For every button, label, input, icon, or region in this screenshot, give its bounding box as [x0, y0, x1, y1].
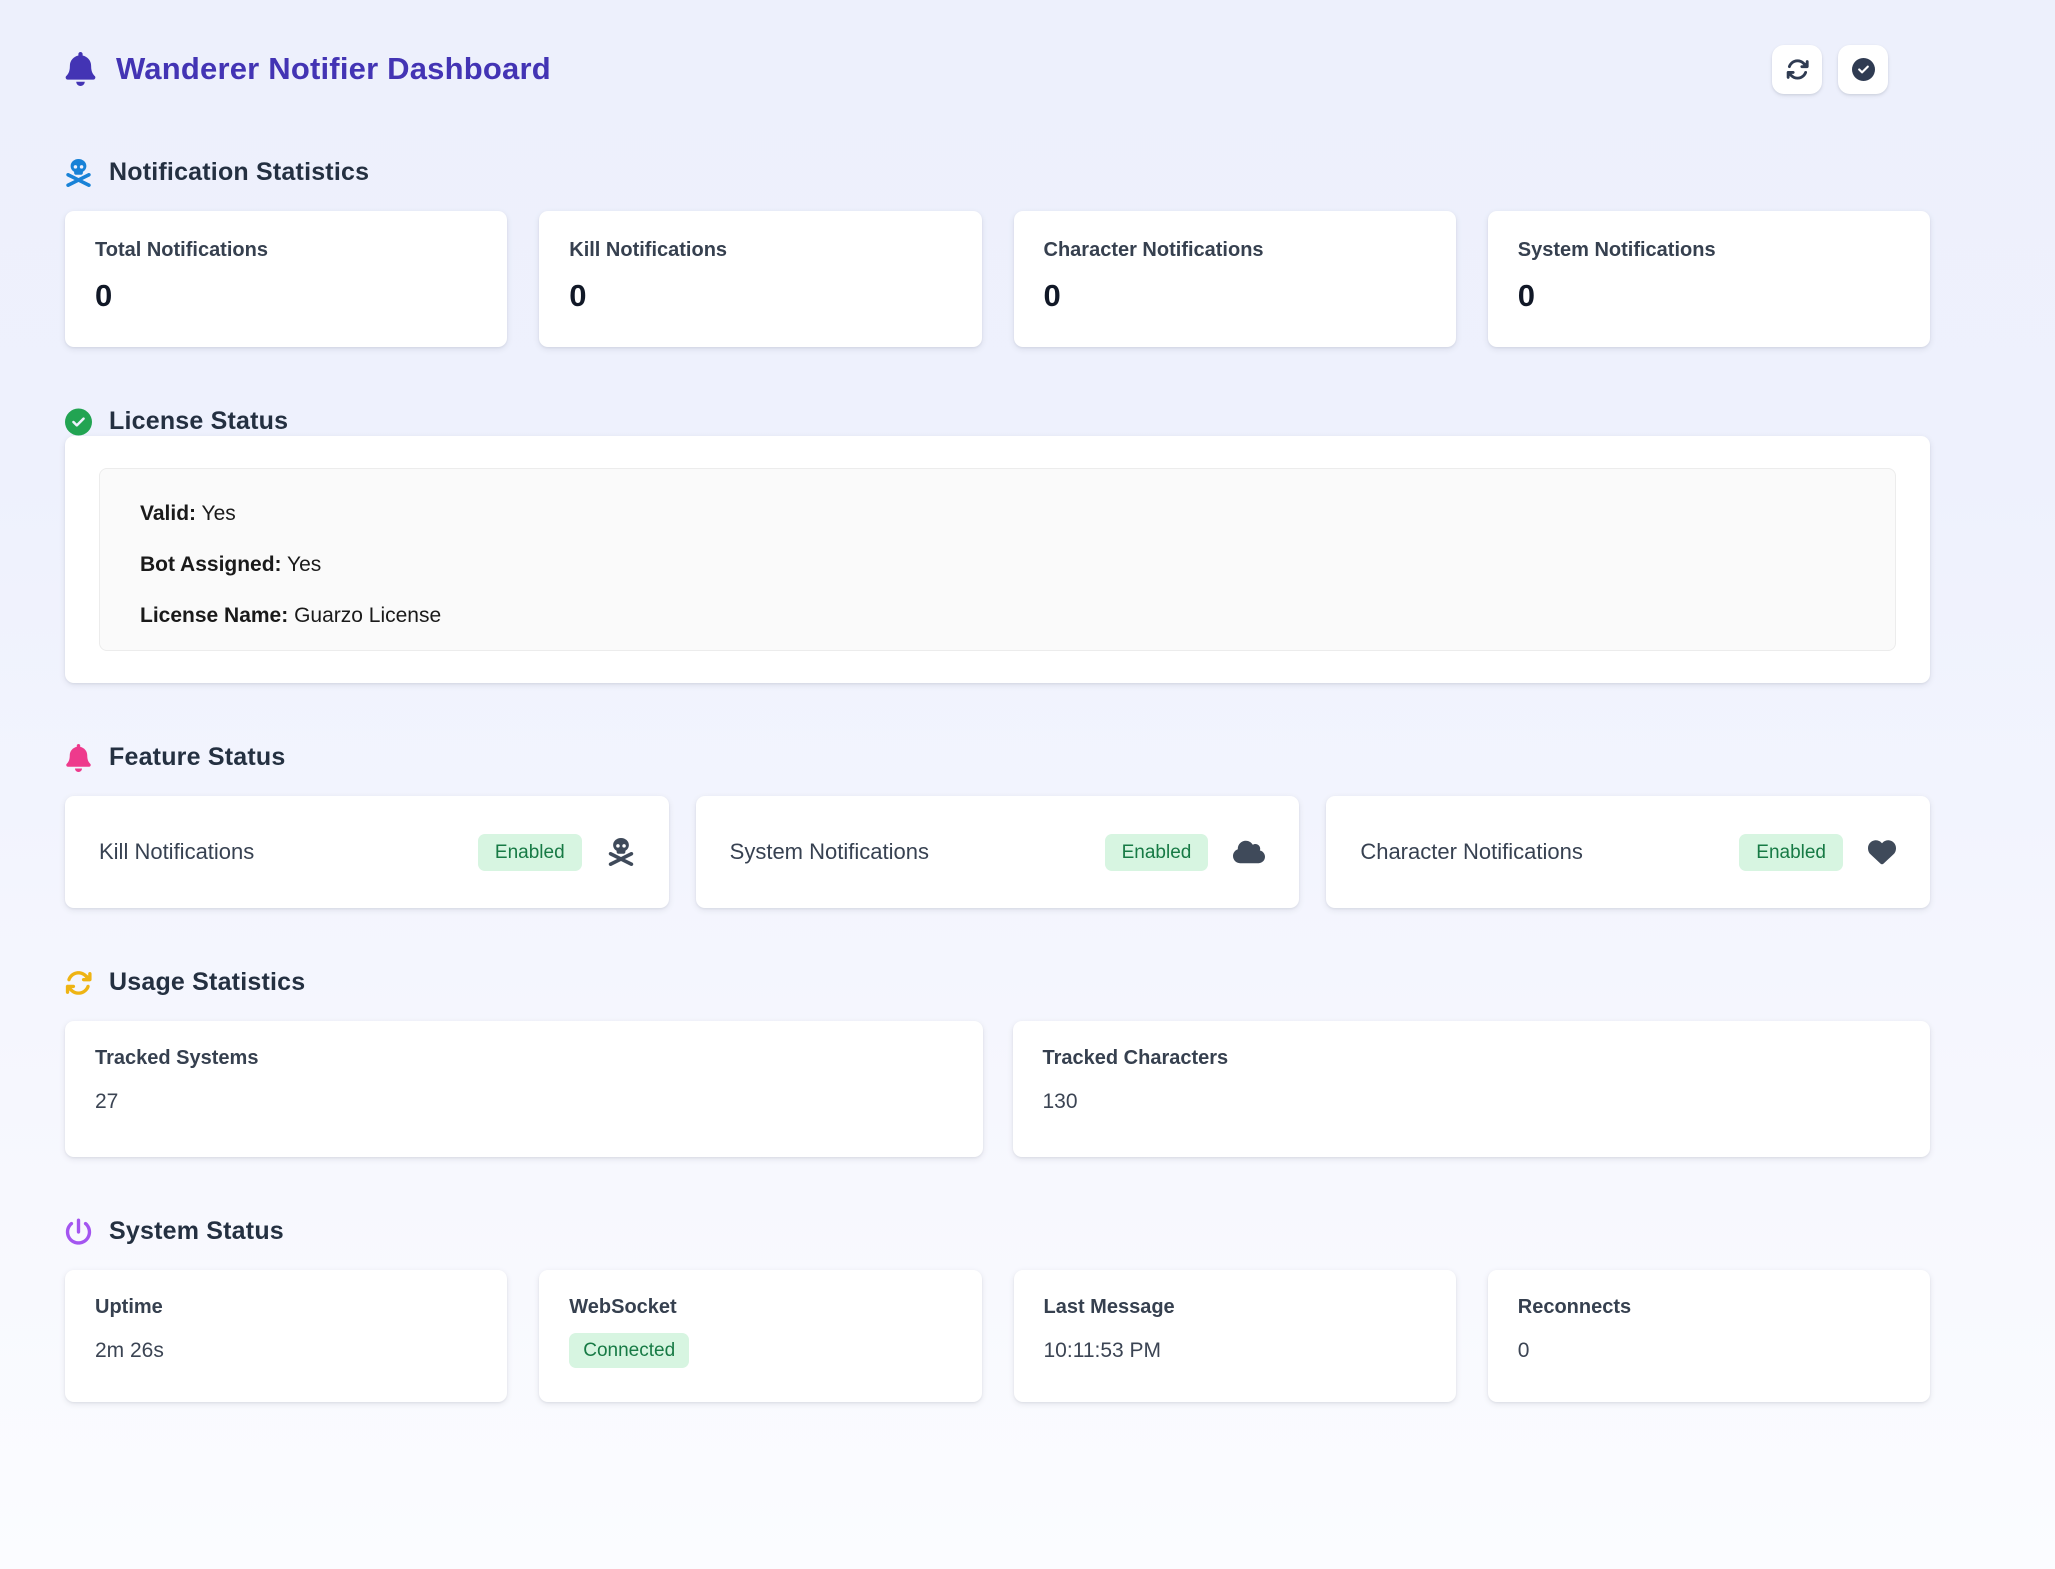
feature-card-system-notifications: System Notifications Enabled — [696, 796, 1300, 908]
stat-value: 0 — [1044, 278, 1426, 314]
cloud-icon — [1233, 838, 1265, 866]
feature-status-group: Enabled — [1105, 834, 1266, 871]
stat-label: Total Notifications — [95, 239, 477, 262]
feature-label: Kill Notifications — [99, 839, 254, 865]
section-feature-status-header: Feature Status — [65, 743, 1930, 772]
system-value: 2m 26s — [95, 1339, 477, 1363]
feature-label: Character Notifications — [1360, 839, 1583, 865]
status-check-button[interactable] — [1838, 45, 1888, 94]
license-field-value: Yes — [287, 553, 321, 576]
stat-value: 0 — [569, 278, 951, 314]
usage-label: Tracked Systems — [95, 1047, 953, 1070]
heart-icon — [1868, 838, 1896, 866]
page-title: Wanderer Notifier Dashboard — [116, 51, 551, 87]
system-label: Last Message — [1044, 1296, 1426, 1319]
section-notification-statistics-header: Notification Statistics — [65, 158, 1930, 187]
feature-card-kill-notifications: Kill Notifications Enabled — [65, 796, 669, 908]
feature-status-group: Enabled — [1739, 834, 1896, 871]
usage-card-tracked-systems: Tracked Systems 27 — [65, 1021, 983, 1157]
license-name-line: License Name: Guarzo License — [140, 604, 1855, 628]
system-value: 0 — [1518, 1339, 1900, 1363]
license-field-value: Yes — [202, 502, 236, 525]
system-value: 10:11:53 PM — [1044, 1339, 1426, 1363]
license-field-label: Bot Assigned: — [140, 553, 282, 576]
feature-status-grid: Kill Notifications Enabled System Notifi… — [65, 796, 1930, 908]
check-circle-icon — [1852, 58, 1875, 81]
sync-icon — [65, 969, 92, 997]
stat-label: Kill Notifications — [569, 239, 951, 262]
license-field-label: Valid: — [140, 502, 196, 525]
skull-crossbones-icon — [65, 159, 92, 187]
bell-icon — [65, 744, 92, 772]
section-usage-statistics-header: Usage Statistics — [65, 968, 1930, 997]
header-title-group: Wanderer Notifier Dashboard — [65, 51, 551, 87]
refresh-icon — [1786, 58, 1809, 81]
header: Wanderer Notifier Dashboard — [65, 40, 1930, 98]
bell-icon — [65, 52, 96, 86]
license-details: Valid: Yes Bot Assigned: Yes License Nam… — [99, 468, 1896, 651]
system-card-reconnects: Reconnects 0 — [1488, 1270, 1930, 1402]
stat-card-total-notifications: Total Notifications 0 — [65, 211, 507, 347]
stat-card-character-notifications: Character Notifications 0 — [1014, 211, 1456, 347]
feature-label: System Notifications — [730, 839, 929, 865]
section-title: Feature Status — [109, 743, 285, 772]
system-label: WebSocket — [569, 1296, 951, 1319]
system-card-websocket: WebSocket Connected — [539, 1270, 981, 1402]
system-card-last-message: Last Message 10:11:53 PM — [1014, 1270, 1456, 1402]
notification-stats-grid: Total Notifications 0 Kill Notifications… — [65, 211, 1930, 347]
system-status-grid: Uptime 2m 26s WebSocket Connected Last M… — [65, 1270, 1930, 1402]
stat-value: 0 — [95, 278, 477, 314]
stat-card-system-notifications: System Notifications 0 — [1488, 211, 1930, 347]
enabled-badge: Enabled — [1105, 834, 1209, 871]
stat-value: 0 — [1518, 278, 1900, 314]
usage-value: 130 — [1043, 1090, 1901, 1114]
section-title: Notification Statistics — [109, 158, 369, 187]
usage-label: Tracked Characters — [1043, 1047, 1901, 1070]
license-card: Valid: Yes Bot Assigned: Yes License Nam… — [65, 436, 1930, 683]
usage-value: 27 — [95, 1090, 953, 1114]
system-label: Reconnects — [1518, 1296, 1900, 1319]
system-card-uptime: Uptime 2m 26s — [65, 1270, 507, 1402]
license-bot-line: Bot Assigned: Yes — [140, 553, 1855, 577]
power-icon — [65, 1218, 92, 1246]
check-circle-icon — [65, 408, 92, 436]
stat-label: Character Notifications — [1044, 239, 1426, 262]
feature-status-group: Enabled — [478, 834, 635, 871]
stat-label: System Notifications — [1518, 239, 1900, 262]
section-title: System Status — [109, 1217, 284, 1246]
license-valid-line: Valid: Yes — [140, 502, 1855, 526]
section-system-status-header: System Status — [65, 1217, 1930, 1246]
skull-crossbones-icon — [607, 838, 635, 866]
section-title: Usage Statistics — [109, 968, 305, 997]
enabled-badge: Enabled — [1739, 834, 1843, 871]
feature-card-character-notifications: Character Notifications Enabled — [1326, 796, 1930, 908]
usage-statistics-grid: Tracked Systems 27 Tracked Characters 13… — [65, 1021, 1930, 1157]
license-field-label: License Name: — [140, 604, 288, 627]
dashboard-page: Wanderer Notifier Dashboard Notification… — [65, 0, 1930, 1402]
stat-card-kill-notifications: Kill Notifications 0 — [539, 211, 981, 347]
refresh-button[interactable] — [1772, 45, 1822, 94]
usage-card-tracked-characters: Tracked Characters 130 — [1013, 1021, 1931, 1157]
system-label: Uptime — [95, 1296, 477, 1319]
enabled-badge: Enabled — [478, 834, 582, 871]
license-field-value: Guarzo License — [294, 604, 441, 627]
connected-badge: Connected — [569, 1333, 689, 1368]
header-actions — [1772, 45, 1888, 94]
section-license-status-header: License Status — [65, 407, 1930, 436]
section-title: License Status — [109, 407, 288, 436]
